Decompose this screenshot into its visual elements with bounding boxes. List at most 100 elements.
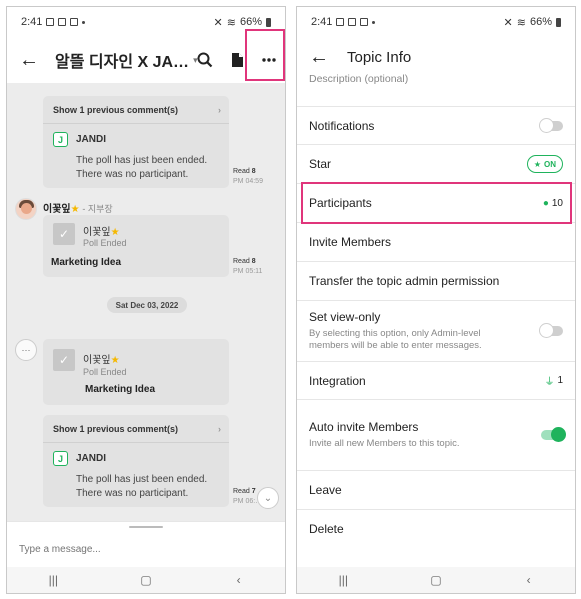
message-time: PM 04:59 (233, 178, 263, 185)
gallery-status-icon (46, 18, 55, 26)
drag-handle[interactable] (129, 526, 163, 528)
read-count: 8 (251, 168, 256, 175)
show-previous-label: Show 1 previous comment(s) (53, 104, 179, 115)
invite-members-label: Invite Members (309, 235, 392, 249)
sender-role: - 지부장 (82, 204, 113, 214)
poll-status: Poll Ended (83, 238, 127, 248)
read-receipt[interactable]: Read 8 PM 05:11 (233, 257, 262, 277)
message-status-icon (58, 18, 67, 26)
sender-name[interactable]: 이꽃잎★ - 지부장 (43, 200, 113, 215)
comment-line-1: The poll has just been ended. (76, 474, 208, 485)
notifications-toggle[interactable] (539, 117, 563, 133)
integration-count: 1 (557, 375, 563, 386)
scroll-down-button[interactable]: ⌄ (257, 487, 279, 509)
description-label: Description (optional) (309, 73, 409, 85)
topic-info-screen: 2:41 ✕ ≋ 66% ← Topic Info Description (o… (296, 6, 576, 594)
system-nav-bar: ||| ▢ ‹ (297, 567, 575, 593)
jandi-logo-icon: J (53, 451, 68, 466)
notifications-label: Notifications (309, 118, 375, 133)
comment-line-2: There was no participant. (76, 169, 189, 180)
plug-icon: ⏚ (544, 377, 555, 388)
poll-author: 이꽃잎★ (83, 227, 120, 238)
view-only-row[interactable]: Set view-only By selecting this option, … (297, 301, 575, 362)
auto-invite-toggle[interactable] (541, 427, 566, 442)
more-options-highlight (245, 29, 285, 81)
message-input[interactable] (19, 544, 269, 555)
message-composer (7, 521, 285, 569)
view-only-description: By selecting this option, only Admin-lev… (309, 328, 482, 351)
leave-label: Leave (309, 483, 342, 497)
page-title: Topic Info (347, 48, 412, 66)
avatar[interactable] (15, 198, 37, 220)
back-nav-icon[interactable]: ‹ (219, 573, 259, 587)
comment-line-1: The poll has just been ended. (76, 155, 208, 166)
poll-check-icon: ✓ (53, 223, 75, 245)
chevron-right-icon: › (218, 104, 221, 115)
poll-check-icon: ✓ (53, 349, 75, 371)
battery-level: 66% (529, 16, 552, 28)
transfer-admin-label: Transfer the topic admin permission (309, 274, 500, 288)
mute-icon: ✕ (213, 16, 223, 29)
topic-title-dropdown[interactable]: 알뜰 디자인 X JA… ▾ (55, 48, 198, 72)
topic-settings-list: Description (optional) Notifications Sta… (297, 73, 575, 547)
back-arrow-icon[interactable]: ← (11, 42, 47, 78)
view-only-toggle[interactable] (539, 323, 563, 338)
wifi-icon: ≋ (226, 16, 236, 29)
chat-screen: 2:41 ✕ ≋ 66% ← 알뜰 디자인 X JA… ▾ Show 1 pre… (6, 6, 286, 594)
home-icon[interactable]: ▢ (126, 573, 166, 587)
status-bar: 2:41 ✕ ≋ 66% (7, 7, 285, 37)
system-avatar-icon: ··· (15, 339, 37, 361)
integration-label: Integration (309, 373, 366, 388)
chat-app-bar: ← 알뜰 디자인 X JA… ▾ (7, 37, 285, 83)
view-only-label: Set view-only (309, 310, 381, 324)
star-icon: ★ (533, 159, 541, 169)
leave-row[interactable]: Leave (297, 471, 575, 510)
integration-row[interactable]: Integration ⏚ 1 (297, 362, 575, 400)
chat-status-icon (70, 18, 79, 26)
comment-sender: JANDI (76, 134, 107, 145)
status-time: 2:41 (311, 16, 333, 28)
star-row[interactable]: Star ★ ON (297, 145, 575, 184)
status-bar: 2:41 ✕ ≋ 66% (297, 7, 575, 37)
recent-apps-icon[interactable]: ||| (323, 573, 363, 587)
comment-line-2: There was no participant. (76, 488, 189, 499)
chevron-right-icon: › (218, 423, 221, 434)
delete-row[interactable]: Delete (297, 510, 575, 547)
system-nav-bar: ||| ▢ ‹ (7, 567, 285, 593)
integration-count-badge: ⏚ 1 (544, 373, 563, 388)
auto-invite-row[interactable]: Auto invite Members Invite all new Membe… (297, 400, 575, 471)
show-previous-comments-button[interactable]: Show 1 previous comment(s) › (43, 96, 229, 124)
delete-label: Delete (309, 521, 344, 536)
poll-name: Marketing Idea (85, 384, 156, 395)
message-list[interactable]: Show 1 previous comment(s) › J JANDI The… (7, 83, 285, 521)
transfer-admin-row[interactable]: Transfer the topic admin permission (297, 262, 575, 301)
participants-highlight (301, 182, 572, 224)
invite-members-row[interactable]: Invite Members (297, 223, 575, 262)
search-icon[interactable] (191, 46, 219, 74)
poll-card[interactable]: ✓ 이꽃잎★ Poll Ended Marketing Idea (43, 339, 229, 405)
description-field[interactable]: Description (optional) (297, 73, 575, 107)
wifi-icon: ≋ (516, 16, 526, 29)
auto-invite-description: Invite all new Members to this topic. (309, 438, 460, 449)
read-receipt[interactable]: Read 8 PM 04:59 (233, 167, 263, 187)
comment-sender: JANDI (76, 453, 107, 464)
jandi-logo-icon: J (53, 132, 68, 147)
battery-icon (556, 17, 561, 27)
battery-level: 66% (239, 16, 262, 28)
poll-card[interactable]: ✓ 이꽃잎★ Poll Ended Marketing Idea (43, 215, 229, 277)
home-icon[interactable]: ▢ (416, 573, 456, 587)
back-arrow-icon[interactable]: ← (301, 39, 337, 75)
notifications-row[interactable]: Notifications (297, 107, 575, 145)
chat-status-icon (360, 18, 369, 26)
back-nav-icon[interactable]: ‹ (509, 573, 549, 587)
show-previous-comments-button[interactable]: Show 1 previous comment(s) › (43, 415, 229, 443)
comment-card: J JANDI The poll has just been ended. Th… (43, 124, 229, 188)
poll-author: 이꽃잎★ (83, 355, 120, 366)
message-time: PM 05:11 (233, 268, 263, 275)
mute-icon: ✕ (503, 16, 513, 29)
recent-apps-icon[interactable]: ||| (33, 573, 73, 587)
star-toggle[interactable]: ★ ON (526, 155, 563, 173)
more-status-icon (372, 20, 376, 24)
gallery-status-icon (336, 18, 345, 26)
battery-icon (266, 17, 271, 27)
